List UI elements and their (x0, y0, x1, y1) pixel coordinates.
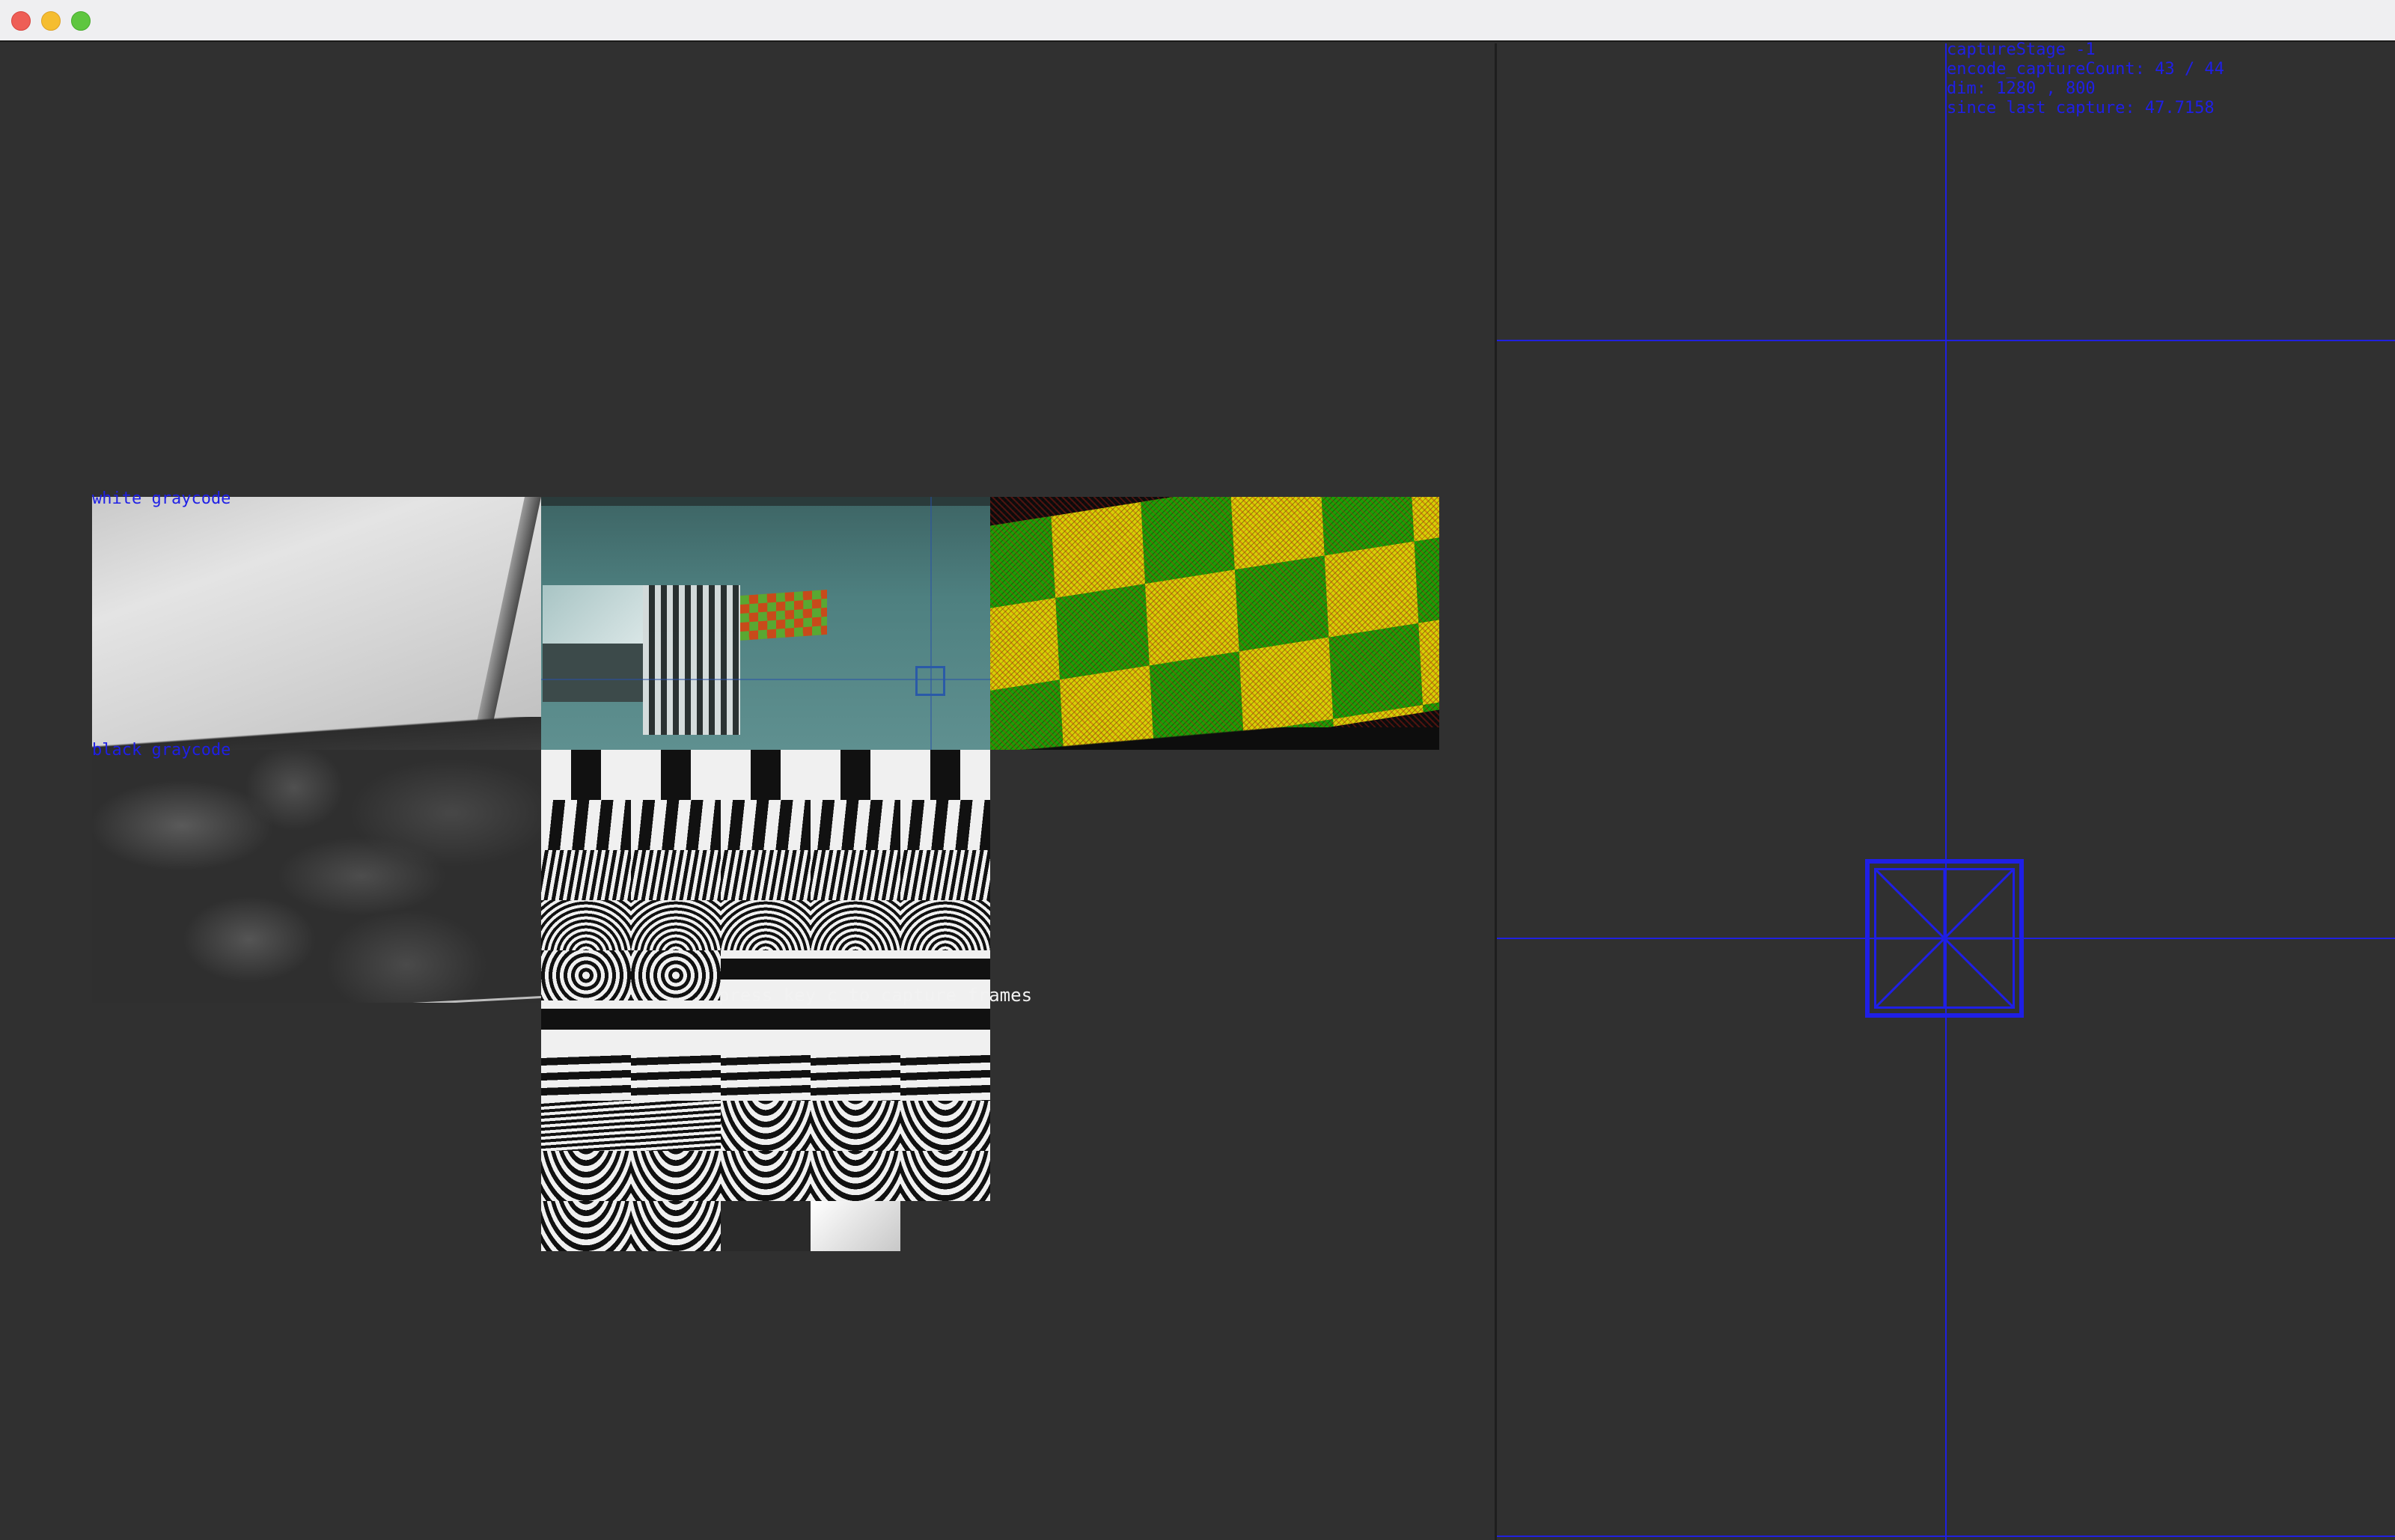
pattern-thumbnail (721, 1201, 811, 1251)
pattern-thumbnail (541, 1051, 631, 1101)
pattern-thumbnail (900, 850, 990, 900)
capture-instruction-text: press key c to capture frames (718, 985, 1033, 1006)
close-window-button[interactable] (11, 11, 31, 31)
pattern-thumbnail (900, 1201, 990, 1251)
pattern-thumbnail (900, 800, 990, 850)
pattern-thumbnail (541, 850, 631, 900)
pattern-thumbnail (811, 1201, 900, 1251)
pattern-thumbnail (721, 1051, 811, 1101)
maximize-window-button[interactable] (71, 11, 91, 31)
pattern-thumbnail (811, 850, 900, 900)
pattern-thumbnail (811, 750, 900, 800)
pattern-thumbnail (900, 750, 990, 800)
pattern-thumbnail (631, 750, 721, 800)
minimize-window-button[interactable] (41, 11, 61, 31)
captured-pattern-grid (541, 750, 990, 1251)
pattern-thumbnail (900, 1000, 990, 1051)
pattern-thumbnail (541, 1000, 631, 1051)
pattern-thumbnail (631, 1101, 721, 1151)
pattern-thumbnail (811, 800, 900, 850)
white-graycode-image (92, 497, 541, 750)
pattern-thumbnail (541, 1201, 631, 1251)
pattern-thumbnail (811, 1051, 900, 1101)
pattern-thumbnail (811, 1151, 900, 1201)
pattern-thumbnail (811, 1101, 900, 1151)
bottom-border-line (1497, 1536, 2395, 1537)
pattern-thumbnail (631, 950, 721, 1000)
pattern-thumbnail (811, 1000, 900, 1051)
pattern-thumbnail (541, 950, 631, 1000)
pattern-thumbnail (631, 1201, 721, 1251)
status-since-last-capture: since last capture: 47.7158 (1947, 99, 2215, 117)
pattern-thumbnail (631, 1051, 721, 1101)
target-cross-icon (1874, 868, 2015, 1009)
pattern-thumbnail (721, 1101, 811, 1151)
pattern-thumbnail (541, 1151, 631, 1201)
black-graycode-image (92, 750, 541, 1003)
pattern-thumbnail (811, 900, 900, 950)
status-capture-stage: captureStage -1 (1947, 40, 2096, 59)
pattern-thumbnail (541, 1101, 631, 1151)
pattern-thumbnail (900, 900, 990, 950)
pattern-thumbnail (631, 900, 721, 950)
pattern-thumbnail (721, 750, 811, 800)
live-preview-image (541, 497, 990, 750)
pattern-thumbnail (631, 850, 721, 900)
pattern-thumbnail (631, 1151, 721, 1201)
black-graycode-label: black graycode (92, 741, 231, 760)
white-graycode-label: white graycode (92, 489, 231, 508)
pattern-thumbnail (900, 1101, 990, 1151)
pattern-thumbnail (631, 1000, 721, 1051)
pattern-thumbnail (721, 850, 811, 900)
pattern-thumbnail (721, 900, 811, 950)
guide-horizontal-line (1497, 340, 2395, 341)
pattern-thumbnail (541, 900, 631, 950)
pattern-thumbnail (721, 800, 811, 850)
pattern-thumbnail (541, 800, 631, 850)
window-titlebar (0, 0, 2395, 42)
decoded-pointcloud-image (990, 497, 1439, 750)
status-capture-count: encode_captureCount: 43 / 44 (1947, 60, 2224, 79)
pattern-thumbnail (721, 1000, 811, 1051)
status-dimensions: dim: 1280 , 800 (1947, 79, 2096, 98)
crosshair-vertical-line (1945, 43, 1947, 1540)
pattern-thumbnail (721, 1151, 811, 1201)
pattern-thumbnail (631, 800, 721, 850)
pattern-thumbnail (900, 1051, 990, 1101)
pattern-thumbnail (541, 750, 631, 800)
pattern-thumbnail (900, 1151, 990, 1201)
